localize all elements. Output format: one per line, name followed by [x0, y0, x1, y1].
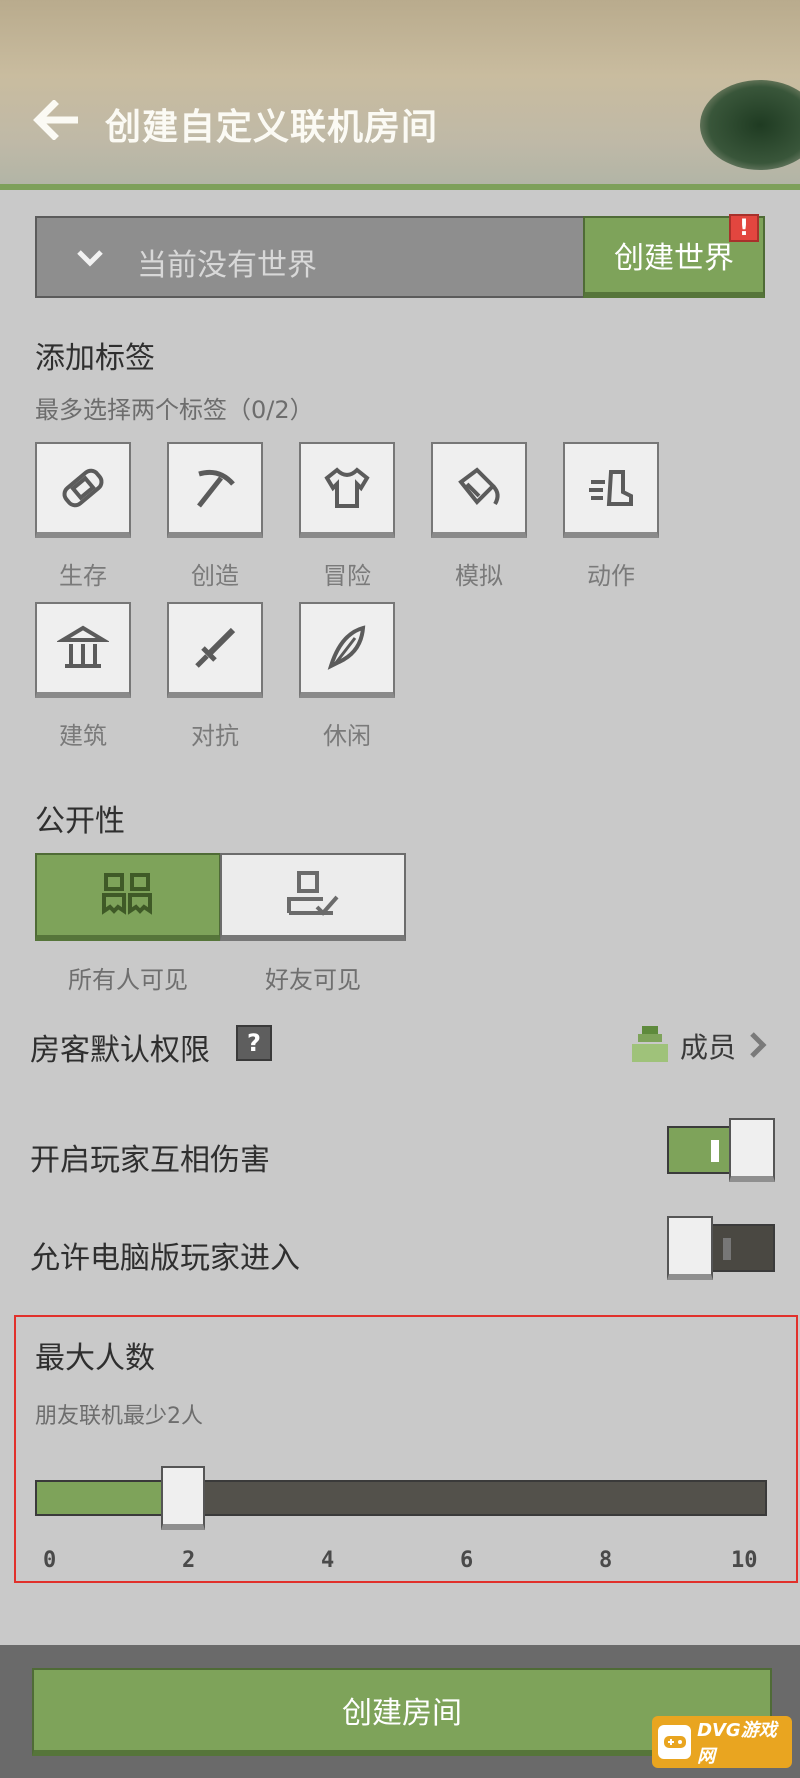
- visibility-everyone-button[interactable]: [35, 853, 221, 941]
- world-selector[interactable]: 当前没有世界 创建世界 !: [35, 214, 765, 298]
- tag-label: 休闲: [323, 722, 371, 750]
- tag-label: 冒险: [323, 562, 371, 590]
- tag-simulation[interactable]: [431, 442, 527, 538]
- visibility-friends-label: 好友可见: [265, 966, 361, 994]
- visibility-title: 公开性: [35, 804, 125, 839]
- help-icon[interactable]: ?: [236, 1025, 272, 1061]
- tag-pvp[interactable]: [167, 602, 263, 698]
- bandage-icon: [62, 468, 104, 508]
- toggle-knob: [729, 1118, 775, 1182]
- background-foliage: [700, 80, 800, 170]
- tag-label: 生存: [59, 562, 107, 590]
- permission-selector[interactable]: 成员: [630, 1020, 770, 1070]
- pvp-toggle[interactable]: [667, 1118, 775, 1182]
- friend-check-icon: [287, 871, 339, 916]
- building-icon: [57, 625, 109, 668]
- slider-tick-label: 4: [321, 1548, 335, 1573]
- tag-adventure[interactable]: [299, 442, 395, 538]
- toggle-off-mark: [723, 1238, 731, 1260]
- boot-icon: [589, 470, 633, 506]
- slider-knob[interactable]: [161, 1466, 206, 1530]
- slider-tick-label: 2: [182, 1548, 196, 1573]
- tag-label: 对抗: [191, 722, 239, 750]
- slider-tick-label: 8: [599, 1548, 613, 1573]
- feather-icon: [327, 625, 366, 670]
- slider-tick-label: 10: [731, 1548, 758, 1573]
- max-players-slider[interactable]: [35, 1480, 767, 1516]
- pc-join-toggle[interactable]: [667, 1216, 775, 1280]
- watermark-text: DVG游戏网: [697, 1720, 777, 1767]
- max-players-title: 最大人数: [35, 1341, 155, 1376]
- visibility-friends-button[interactable]: [220, 853, 406, 941]
- world-placeholder: 当前没有世界: [137, 248, 317, 283]
- toggle-on-mark: [711, 1140, 719, 1162]
- max-players-hint: 朋友联机最少2人: [35, 1404, 203, 1429]
- toggle-knob: [667, 1216, 713, 1280]
- tag-creative[interactable]: [167, 442, 263, 538]
- create-world-label: 创建世界: [614, 241, 734, 276]
- tag-label: 创造: [191, 562, 239, 590]
- alert-badge: !: [729, 214, 759, 242]
- watermark: DVG游戏网: [652, 1716, 792, 1768]
- member-icon: [632, 1026, 668, 1062]
- tag-action[interactable]: [563, 442, 659, 538]
- default-permission-label: 房客默认权限: [30, 1033, 210, 1068]
- tag-label: 模拟: [455, 562, 503, 590]
- back-button[interactable]: [30, 95, 82, 145]
- create-world-button[interactable]: 创建世界 !: [583, 214, 765, 298]
- tag-casual[interactable]: [299, 602, 395, 698]
- tag-label: 建筑: [59, 722, 107, 750]
- visibility-everyone-label: 所有人可见: [68, 966, 188, 994]
- slider-tick-label: 0: [43, 1548, 57, 1573]
- sword-icon: [195, 627, 236, 668]
- shirt-icon: [324, 467, 370, 508]
- header-accent-line: [0, 184, 800, 190]
- chevron-down-icon: [77, 250, 103, 267]
- tags-title: 添加标签: [35, 341, 155, 376]
- group-icon: [102, 873, 152, 915]
- pc-join-label: 允许电脑版玩家进入: [30, 1241, 300, 1276]
- pickaxe-icon: [197, 469, 235, 508]
- tag-label: 动作: [587, 562, 635, 590]
- chevron-right-icon: [750, 1032, 767, 1058]
- tag-building[interactable]: [35, 602, 131, 698]
- page-title: 创建自定义联机房间: [105, 107, 439, 148]
- header: 创建自定义联机房间: [0, 0, 800, 190]
- bucket-icon: [458, 467, 500, 506]
- tag-survival[interactable]: [35, 442, 131, 538]
- arrow-left-icon: [33, 100, 78, 140]
- tags-hint: 最多选择两个标签（0/2）: [35, 396, 314, 424]
- gamepad-icon: [658, 1725, 692, 1759]
- permission-value: 成员: [680, 1031, 737, 1064]
- pvp-label: 开启玩家互相伤害: [30, 1143, 270, 1178]
- create-room-label: 创建房间: [342, 1696, 462, 1731]
- slider-tick-label: 6: [460, 1548, 474, 1573]
